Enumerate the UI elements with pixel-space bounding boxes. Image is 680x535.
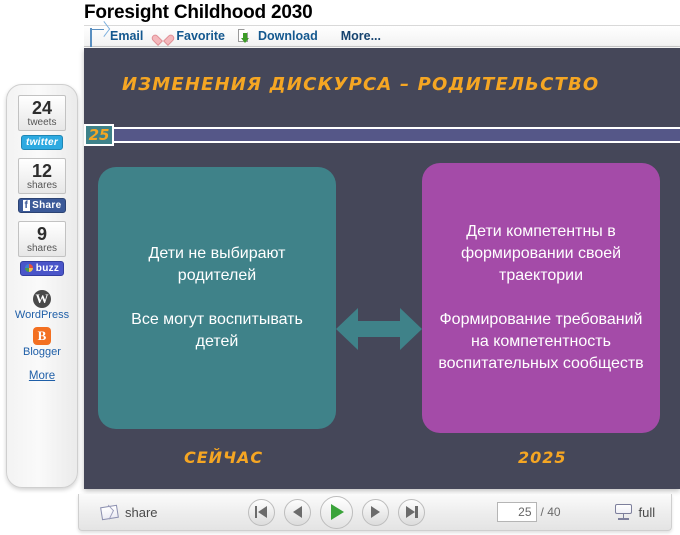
tweet-count-label: tweets — [27, 117, 57, 128]
facebook-share-button[interactable]: f Share — [17, 198, 67, 213]
era-label-present: СЕЙЧАС — [184, 448, 264, 467]
player-control-bar: share / 40 full — [78, 494, 672, 531]
favorite-label: Favorite — [176, 29, 225, 43]
play-icon — [330, 504, 344, 520]
facebook-share-count: 12 — [31, 161, 53, 181]
skip-forward-icon — [405, 506, 418, 518]
buzz-share-count-box[interactable]: 9 shares — [18, 221, 66, 257]
tweet-count-box[interactable]: 24 tweets — [18, 95, 66, 131]
era-label-future: 2025 — [518, 448, 567, 467]
buzz-share-block: 9 shares buzz — [18, 221, 66, 276]
facebook-share-block: 12 shares f Share — [17, 158, 67, 213]
wordpress-icon: W — [32, 290, 51, 308]
slide-viewer[interactable]: ИЗМЕНЕНИЯ ДИСКУРСА – РОДИТЕЛЬСТВО 25 Дет… — [84, 48, 680, 489]
concept-box-present-line-2: Все могут воспитывать детей — [131, 311, 303, 350]
previous-icon — [292, 506, 302, 518]
page-number-input[interactable] — [496, 502, 537, 522]
total-pages-label: / 40 — [540, 505, 561, 519]
download-label: Download — [258, 29, 318, 43]
last-slide-button[interactable] — [397, 498, 425, 526]
favorite-button[interactable]: Favorite — [150, 26, 232, 46]
blogger-icon: B — [32, 327, 51, 345]
next-slide-button[interactable] — [361, 498, 389, 526]
fullscreen-button[interactable]: full — [614, 504, 656, 520]
concept-box-present: Дети не выбирают родителей Все могут вос… — [98, 167, 336, 429]
facebook-share-button-label: Share — [32, 200, 62, 211]
previous-slide-button[interactable] — [283, 498, 311, 526]
slide-progress-marker: 25 — [84, 124, 114, 146]
next-icon — [370, 506, 380, 518]
twitter-button[interactable]: twitter — [20, 135, 64, 150]
heart-icon — [156, 29, 171, 43]
facebook-f-icon: f — [22, 200, 31, 211]
first-slide-button[interactable] — [247, 498, 275, 526]
blogger-label: Blogger — [23, 346, 61, 358]
more-label: More... — [340, 29, 382, 43]
concept-box-future-line-1: Дети компетентны в формировании своей тр… — [460, 223, 622, 284]
download-icon — [238, 29, 253, 43]
buzz-button-label: buzz — [35, 263, 60, 274]
skip-back-icon — [254, 506, 268, 518]
concept-box-future: Дети компетентны в формировании своей тр… — [422, 163, 660, 433]
buzz-icon — [24, 264, 33, 272]
concept-box-future-line-2: Формирование требований на компетентност… — [438, 311, 644, 372]
double-headed-arrow-icon — [336, 300, 422, 358]
share-envelope-icon — [100, 504, 119, 520]
blogger-share-link[interactable]: B Blogger — [23, 327, 61, 358]
action-toolbar: Email Favorite Download More... — [84, 25, 680, 47]
share-label: share — [125, 504, 158, 520]
slide-title: ИЗМЕНЕНИЯ ДИСКУРСА – РОДИТЕЛЬСТВО — [122, 74, 600, 95]
concept-box-present-line-1: Дети не выбирают родителей — [148, 245, 286, 284]
wordpress-share-link[interactable]: W WordPress — [15, 290, 69, 321]
fullscreen-label: full — [638, 504, 656, 520]
email-button[interactable]: Email — [84, 26, 150, 47]
slide-progress-bar[interactable] — [84, 127, 680, 143]
presentation-screen-icon — [614, 504, 633, 520]
page-title: Foresight Childhood 2030 — [84, 2, 313, 23]
play-button[interactable] — [319, 495, 353, 529]
download-button[interactable]: Download — [232, 26, 325, 46]
transport-controls — [247, 495, 425, 529]
more-button[interactable]: More... — [335, 26, 388, 46]
share-button[interactable]: share — [100, 504, 158, 520]
wordpress-label: WordPress — [14, 309, 70, 321]
email-label: Email — [110, 29, 144, 43]
page-indicator: / 40 — [496, 502, 561, 522]
buzz-share-label: shares — [26, 243, 57, 254]
slide-progress-row: 25 — [84, 124, 680, 146]
social-share-rail: 24 tweets twitter 12 shares f Share 9 sha… — [6, 84, 78, 488]
facebook-share-label: shares — [26, 180, 57, 191]
facebook-share-count-box[interactable]: 12 shares — [18, 158, 66, 194]
buzz-button[interactable]: buzz — [19, 261, 65, 276]
envelope-icon — [90, 28, 105, 47]
tweet-count: 24 — [31, 98, 53, 118]
more-share-link[interactable]: More — [29, 370, 55, 382]
twitter-share-block: 24 tweets twitter — [18, 95, 66, 150]
buzz-share-count: 9 — [36, 224, 47, 244]
